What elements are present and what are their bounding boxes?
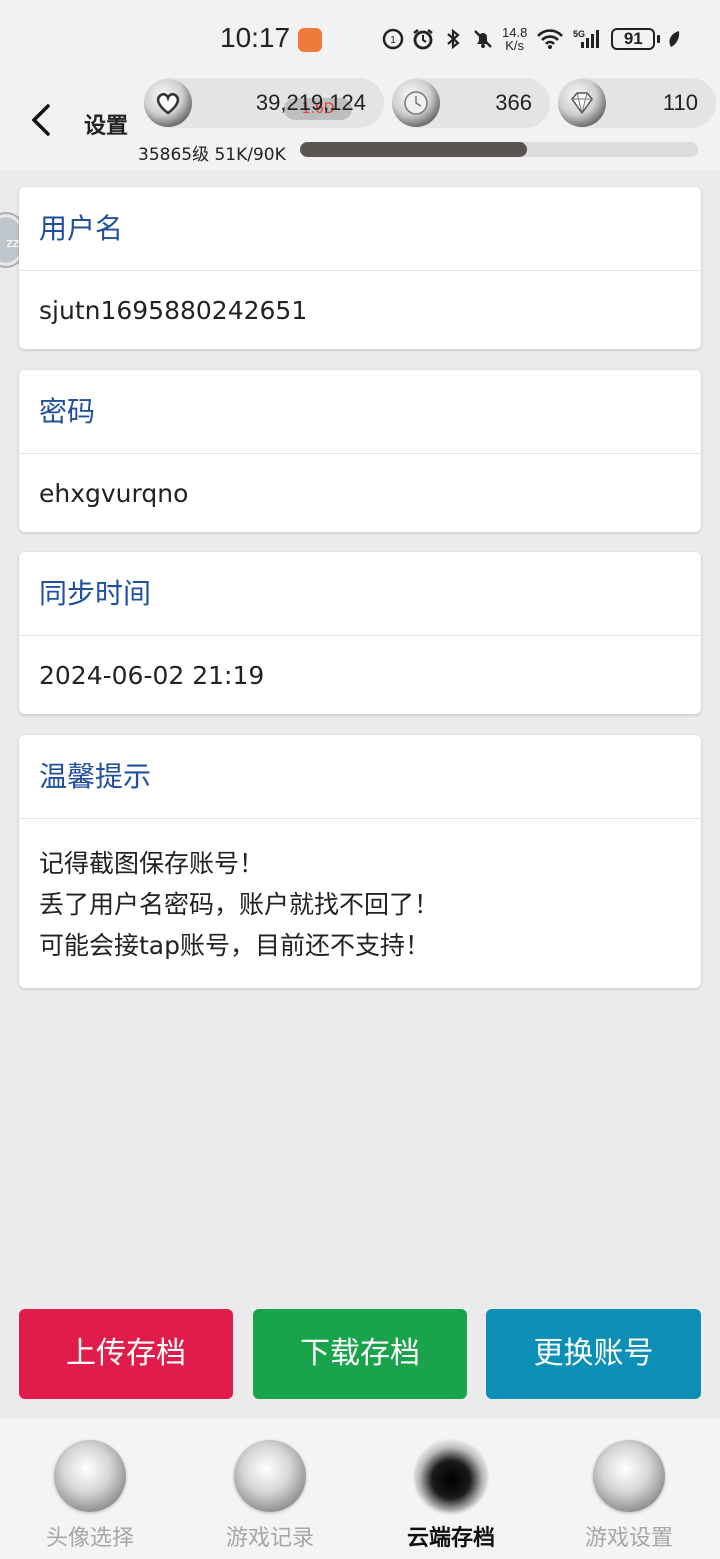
network-speed-unit: K/s bbox=[505, 38, 525, 53]
username-value: sjutn1695880242651 bbox=[39, 296, 308, 325]
currency-value: 366 bbox=[495, 90, 532, 115]
leaf-icon bbox=[669, 31, 680, 47]
network-speed: 14.8 K/s bbox=[502, 26, 527, 52]
fox-icon bbox=[234, 1440, 306, 1512]
data-saver-icon: 1 bbox=[382, 28, 404, 50]
app-notification-icon bbox=[298, 28, 322, 52]
level-text: 35865级 51K/90K bbox=[138, 145, 286, 165]
sync-time-value: 2024-06-02 21:19 bbox=[39, 661, 265, 690]
signal-5g-icon: 5G bbox=[573, 29, 600, 48]
wifi-icon bbox=[537, 29, 564, 49]
status-bar: 10:17 1 14.8 K/s 5G 91 bbox=[0, 0, 720, 76]
alarm-icon bbox=[413, 29, 433, 50]
cloud-save-icon bbox=[415, 1440, 487, 1512]
tips-card: 温馨提示 记得截图保存账号！ 丢了用户名密码，账户就找不回了！ 可能会接tap账… bbox=[19, 735, 701, 988]
svg-text:1: 1 bbox=[390, 35, 396, 46]
clock-coin-icon bbox=[392, 79, 440, 127]
password-label: 密码 bbox=[19, 370, 701, 454]
tips-label: 温馨提示 bbox=[19, 735, 701, 819]
upload-save-button[interactable]: 上传存档 bbox=[19, 1309, 233, 1399]
status-icons: 1 14.8 K/s 5G 91 bbox=[382, 24, 681, 54]
username-card: 用户名 sjutn1695880242651 bbox=[19, 187, 701, 349]
page-title: 设置 bbox=[84, 114, 129, 139]
diamond-coin-icon bbox=[558, 79, 606, 127]
tip-line: 丢了用户名密码，账户就找不回了！ bbox=[39, 890, 440, 919]
battery-indicator: 91 bbox=[611, 28, 661, 50]
currency-diamond: 110 bbox=[558, 78, 716, 128]
password-value: ehxgvurqno bbox=[39, 479, 189, 508]
avatar-select-icon bbox=[54, 1440, 126, 1512]
currency-clock: 366 bbox=[392, 78, 550, 128]
nav-label: 游戏记录 bbox=[225, 1526, 314, 1551]
game-settings-icon bbox=[593, 1440, 665, 1512]
currency-heart: 1.6D 39,219,124 bbox=[144, 78, 384, 128]
password-card: 密码 ehxgvurqno bbox=[19, 370, 701, 532]
switch-account-button[interactable]: 更换账号 bbox=[486, 1309, 701, 1399]
tip-line: 记得截图保存账号！ bbox=[39, 849, 265, 878]
bluetooth-icon bbox=[447, 28, 460, 50]
sync-time-card: 同步时间 2024-06-02 21:19 bbox=[19, 552, 701, 714]
svg-text:5G: 5G bbox=[573, 29, 585, 39]
nav-cloud-save[interactable]: 云端存档 bbox=[371, 1440, 531, 1552]
chevron-left-icon[interactable] bbox=[26, 102, 56, 138]
xp-progress-fill bbox=[300, 142, 527, 157]
top-header: 设置 1.6D 39,219,124 366 110 35865级 51K/90… bbox=[0, 76, 720, 169]
username-label: 用户名 bbox=[19, 187, 701, 271]
bottom-nav: 头像选择 游戏记录 云端存档 游戏设置 bbox=[0, 1418, 720, 1559]
nav-label: 云端存档 bbox=[406, 1526, 495, 1551]
status-time: 10:17 bbox=[220, 22, 291, 53]
download-save-button[interactable]: 下载存档 bbox=[253, 1309, 467, 1399]
currency-value: 39,219,124 bbox=[255, 90, 366, 115]
heart-coin-icon bbox=[144, 79, 192, 127]
nav-label: 头像选择 bbox=[45, 1526, 134, 1551]
tips-body: 记得截图保存账号！ 丢了用户名密码，账户就找不回了！ 可能会接tap账号，目前还… bbox=[19, 819, 701, 988]
mute-bell-icon bbox=[474, 30, 492, 48]
xp-progress-bar bbox=[300, 142, 698, 157]
nav-avatar-select[interactable]: 头像选择 bbox=[10, 1440, 170, 1552]
tip-line: 可能会接tap账号，目前还不支持！ bbox=[39, 931, 430, 960]
currency-value: 110 bbox=[662, 90, 698, 115]
nav-label: 游戏设置 bbox=[584, 1526, 673, 1551]
nav-game-settings[interactable]: 游戏设置 bbox=[549, 1440, 709, 1552]
sync-time-label: 同步时间 bbox=[19, 552, 701, 636]
nav-game-records[interactable]: 游戏记录 bbox=[190, 1440, 350, 1552]
